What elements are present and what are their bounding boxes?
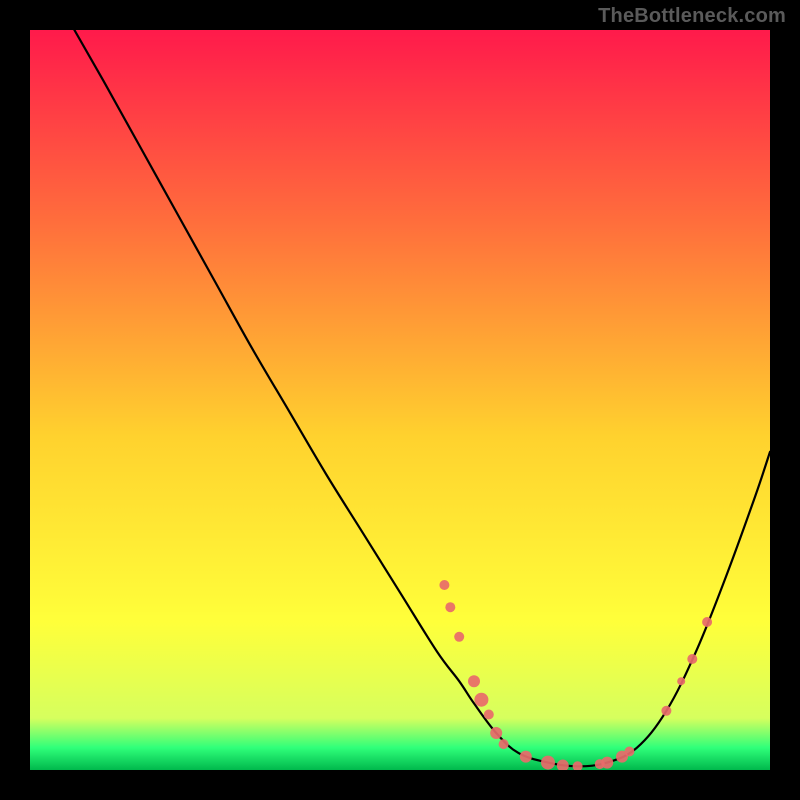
watermark-text: TheBottleneck.com bbox=[598, 6, 786, 26]
data-marker bbox=[601, 757, 613, 769]
chart-svg bbox=[30, 30, 770, 770]
data-marker bbox=[445, 602, 455, 612]
data-marker bbox=[468, 675, 480, 687]
data-marker bbox=[624, 747, 634, 757]
data-marker bbox=[687, 654, 697, 664]
data-marker bbox=[541, 756, 555, 770]
data-marker bbox=[499, 739, 509, 749]
gradient-background bbox=[30, 30, 770, 770]
data-marker bbox=[490, 727, 502, 739]
plot-area bbox=[30, 30, 770, 770]
data-marker bbox=[454, 632, 464, 642]
data-marker bbox=[439, 580, 449, 590]
data-marker bbox=[702, 617, 712, 627]
data-marker bbox=[474, 693, 488, 707]
data-marker bbox=[484, 710, 494, 720]
data-marker bbox=[661, 706, 671, 716]
chart-frame: TheBottleneck.com bbox=[0, 0, 800, 800]
data-marker bbox=[520, 751, 532, 763]
data-marker bbox=[677, 677, 685, 685]
